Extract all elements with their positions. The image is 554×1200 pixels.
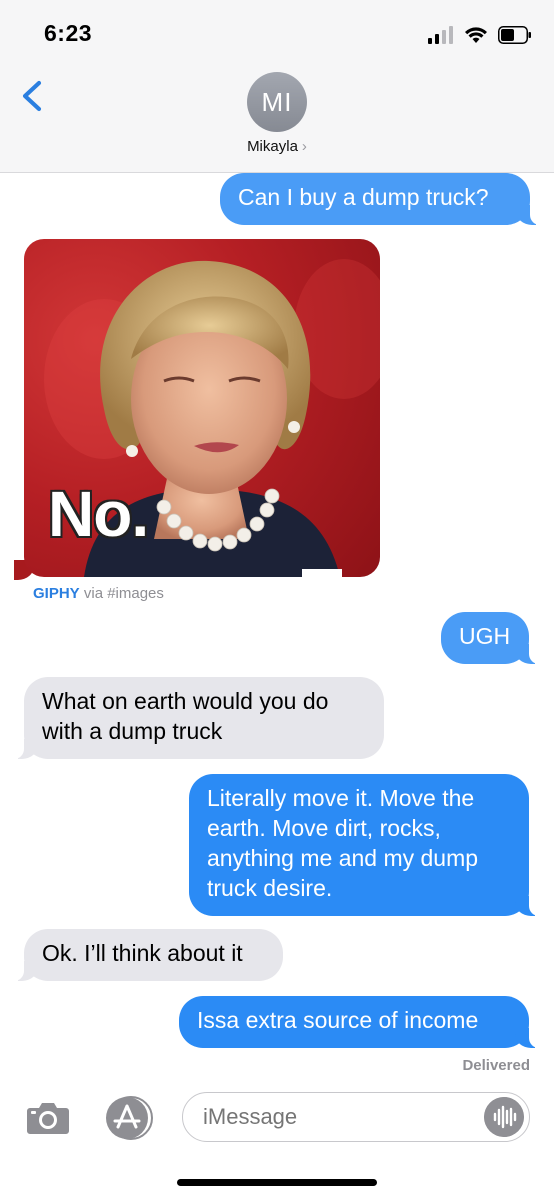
message-bubble-received[interactable]: What on earth would you do with a dump t… [14, 677, 384, 759]
message-text: Can I buy a dump truck? [238, 184, 489, 210]
message-bubble-received[interactable]: Ok. I’ll think about it [14, 929, 283, 981]
conversation-header: 6:23 MI Mikayla › [0, 0, 554, 173]
message-bubble-sent[interactable]: UGH [441, 612, 539, 664]
message-bubble-sent[interactable]: Issa extra source of income [179, 996, 539, 1048]
battery-icon [498, 26, 531, 44]
gif-attribution-text: via #images [79, 585, 164, 602]
message-text: Issa extra source of income [197, 1007, 479, 1033]
message-bubble-sent[interactable]: Can I buy a dump truck? [220, 173, 540, 225]
giphy-brand: GIPHY [33, 585, 80, 602]
app-store-icon[interactable] [103, 1094, 157, 1142]
imessage-input[interactable] [182, 1092, 530, 1142]
home-indicator[interactable] [177, 1179, 377, 1186]
wifi-icon [465, 27, 487, 43]
contact-name-button[interactable]: Mikayla › [0, 138, 554, 155]
message-text: Literally move it. Move the earth. Move … [207, 785, 479, 901]
cellular-signal-icon [428, 26, 453, 44]
gif-overlay-text: No. [48, 478, 149, 550]
contact-avatar[interactable]: MI [247, 72, 307, 132]
back-chevron-icon[interactable] [14, 76, 54, 116]
gif-attribution[interactable]: GIPHY via #images [33, 585, 164, 602]
contact-name: Mikayla [247, 138, 298, 155]
message-text: Ok. I’ll think about it [42, 940, 243, 966]
gif-message[interactable]: No. [24, 239, 380, 577]
message-text: What on earth would you do with a dump t… [42, 688, 329, 744]
chevron-right-icon: › [301, 138, 307, 155]
audio-waveform-icon[interactable] [484, 1097, 524, 1137]
status-indicators [428, 22, 532, 48]
delivery-status: Delivered [462, 1057, 530, 1074]
message-bubble-sent[interactable]: Literally move it. Move the earth. Move … [189, 774, 539, 916]
message-text: UGH [459, 623, 511, 649]
status-time: 6:23 [44, 20, 93, 46]
camera-icon[interactable] [24, 1094, 72, 1142]
